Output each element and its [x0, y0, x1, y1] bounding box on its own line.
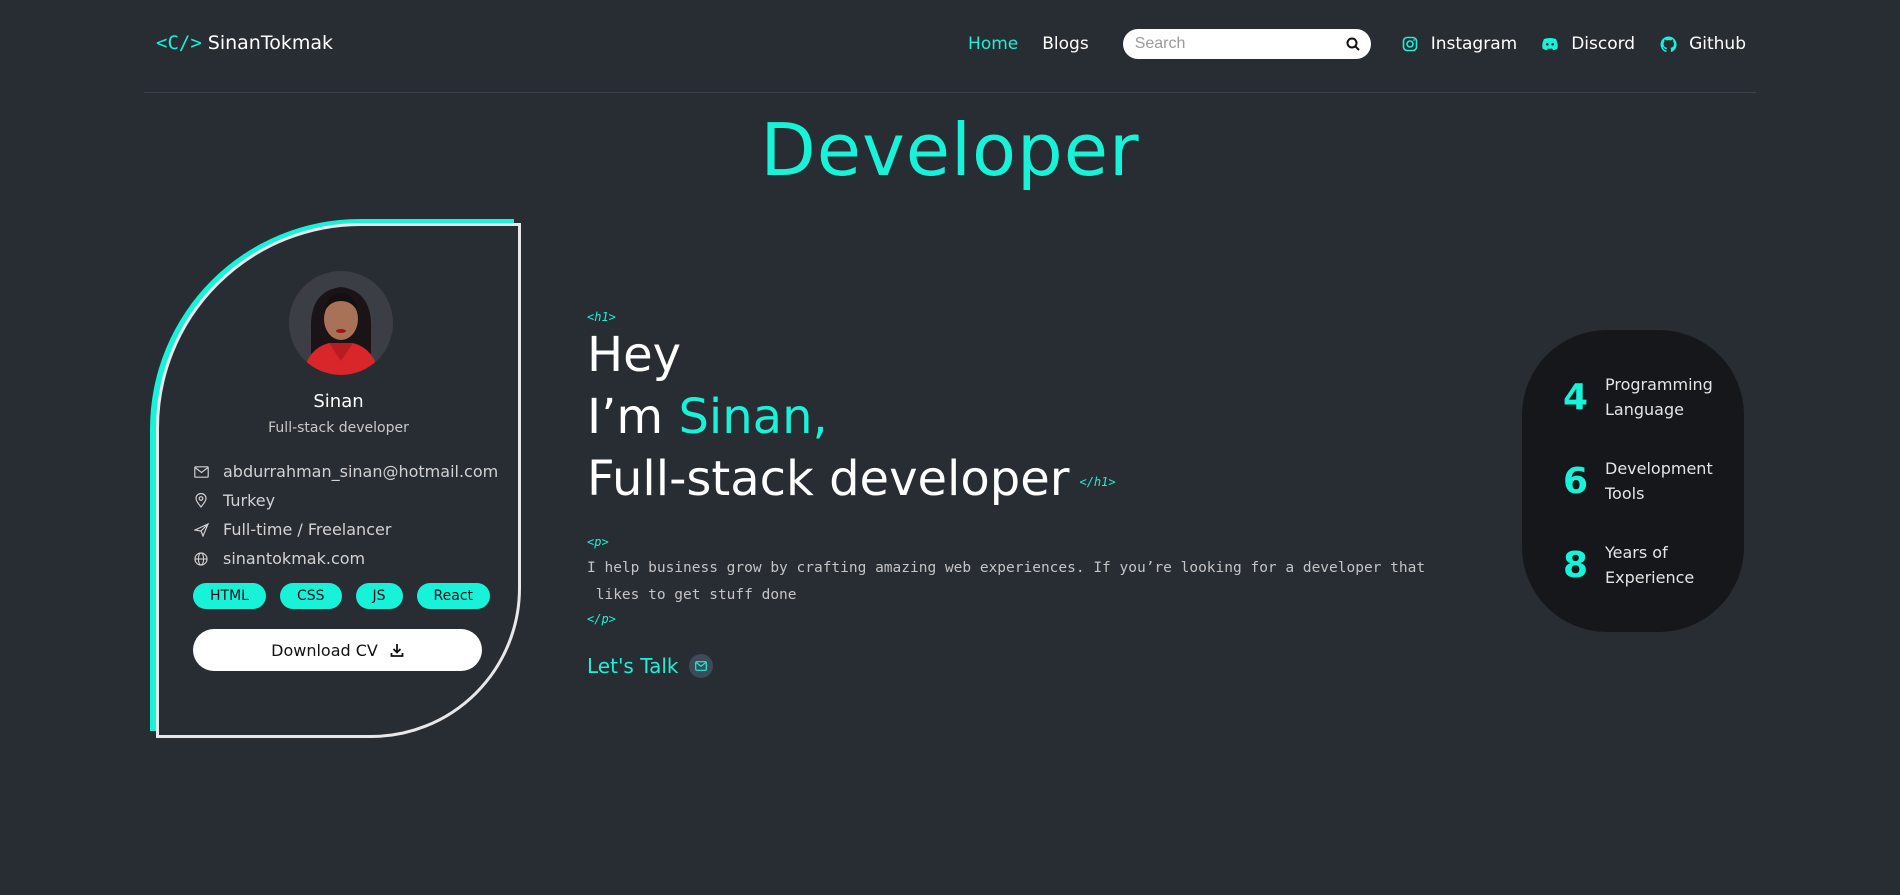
search-icon[interactable] — [1345, 36, 1361, 52]
stat-label: Years of Experience — [1605, 540, 1725, 590]
lets-talk-link[interactable]: Let's Talk — [587, 654, 713, 678]
globe-icon — [193, 551, 209, 567]
profile-info-list: abdurrahman_sinan@hotmail.com Turkey Ful… — [193, 457, 498, 573]
stat-label-line-2: Tools — [1605, 484, 1645, 503]
intro-line-3-text: Full-stack developer — [587, 451, 1070, 507]
instagram-icon — [1401, 35, 1419, 53]
tag-react: React — [416, 583, 491, 609]
location-row: Turkey — [193, 486, 498, 515]
p-close-tag: </p> — [587, 612, 616, 626]
github-icon — [1659, 35, 1677, 53]
email-row[interactable]: abdurrahman_sinan@hotmail.com — [193, 457, 498, 486]
nav-links: Home Blogs Instagram Discord Github — [968, 29, 1756, 59]
discord-icon — [1541, 35, 1559, 53]
h1-open-tag: <h1> — [587, 310, 616, 324]
stat-number: 8 — [1563, 544, 1589, 586]
profile-name: Sinan — [313, 391, 364, 412]
download-icon — [390, 643, 404, 657]
profile-location: Turkey — [223, 491, 276, 510]
nav-link-home[interactable]: Home — [968, 34, 1018, 54]
stat-number: 6 — [1563, 460, 1589, 502]
profile-website: sinantokmak.com — [223, 549, 366, 568]
search-input[interactable] — [1134, 35, 1345, 53]
search-box — [1122, 29, 1371, 59]
mail-icon — [193, 464, 209, 480]
discord-link[interactable]: Discord — [1541, 34, 1635, 54]
website-row[interactable]: sinantokmak.com — [193, 544, 498, 573]
discord-label: Discord — [1571, 34, 1636, 54]
stat-label-line-1: Years of — [1605, 543, 1668, 562]
mail-icon — [688, 654, 713, 678]
github-link[interactable]: Github — [1659, 34, 1746, 54]
employment-row: Full-time / Freelancer — [193, 515, 498, 544]
logo-mark: <C/> — [156, 32, 202, 54]
intro-line-1: Hey — [587, 327, 682, 383]
site-logo[interactable]: <C/> SinanTokmak — [156, 32, 333, 54]
paper-plane-icon — [193, 522, 209, 538]
stat-development-tools: 6 Development Tools — [1563, 456, 1725, 506]
instagram-label: Instagram — [1430, 34, 1518, 54]
avatar — [289, 271, 393, 375]
stats-panel: 4 Programming Language 6 Development Tools… — [1522, 330, 1744, 632]
location-pin-icon — [193, 493, 209, 509]
profile-card: Sinan Full-stack developer abdurrahman_s… — [150, 219, 521, 738]
download-cv-button[interactable]: Download CV — [193, 629, 482, 671]
intro-line-2-prefix: I’m — [587, 389, 679, 445]
logo-text: SinanTokmak — [207, 32, 333, 54]
hero-title: Developer — [760, 108, 1140, 192]
profile-role: Full-stack developer — [268, 420, 409, 436]
top-nav: <C/> SinanTokmak Home Blogs Instagram Di… — [144, 0, 1756, 93]
intro-paragraph-line-2: likes to get stuff done — [587, 587, 797, 603]
tag-html: HTML — [193, 583, 266, 609]
profile-email: abdurrahman_sinan@hotmail.com — [223, 462, 499, 481]
p-open-tag: <p> — [587, 535, 609, 549]
tag-js: JS — [355, 583, 403, 609]
stat-label: Programming Language — [1605, 372, 1725, 422]
github-label: Github — [1689, 34, 1746, 54]
skill-tags: HTML CSS JS React — [193, 583, 504, 609]
lets-talk-label: Let's Talk — [587, 654, 679, 678]
stat-number: 4 — [1563, 376, 1589, 418]
intro-paragraph: I help business grow by crafting amazing… — [587, 555, 1487, 609]
stat-label-line-2: Experience — [1605, 568, 1695, 587]
h1-close-tag: </h1> — [1079, 475, 1116, 489]
download-cv-label: Download CV — [271, 640, 378, 660]
intro-heading: <h1> Hey I’m Sinan, Full-stack developer… — [587, 310, 1116, 513]
profile-employment: Full-time / Freelancer — [223, 520, 392, 539]
stat-label-line-1: Development — [1605, 459, 1713, 478]
stat-years-experience: 8 Years of Experience — [1563, 540, 1725, 590]
stat-label-line-1: Programming — [1605, 375, 1713, 394]
tag-css: CSS — [279, 583, 342, 609]
stat-label: Development Tools — [1605, 456, 1725, 506]
nav-link-blogs[interactable]: Blogs — [1042, 34, 1088, 54]
stat-label-line-2: Language — [1605, 400, 1684, 419]
profile-card-body: Sinan Full-stack developer abdurrahman_s… — [156, 223, 521, 738]
intro-name: Sinan, — [678, 389, 828, 445]
stat-programming-languages: 4 Programming Language — [1563, 372, 1725, 422]
instagram-link[interactable]: Instagram — [1401, 34, 1518, 54]
intro-paragraph-line-1: I help business grow by crafting amazing… — [587, 560, 1426, 576]
intro-line-3: Full-stack developer </h1> — [587, 448, 1116, 513]
intro-line-2: I’m Sinan, — [587, 386, 1116, 448]
